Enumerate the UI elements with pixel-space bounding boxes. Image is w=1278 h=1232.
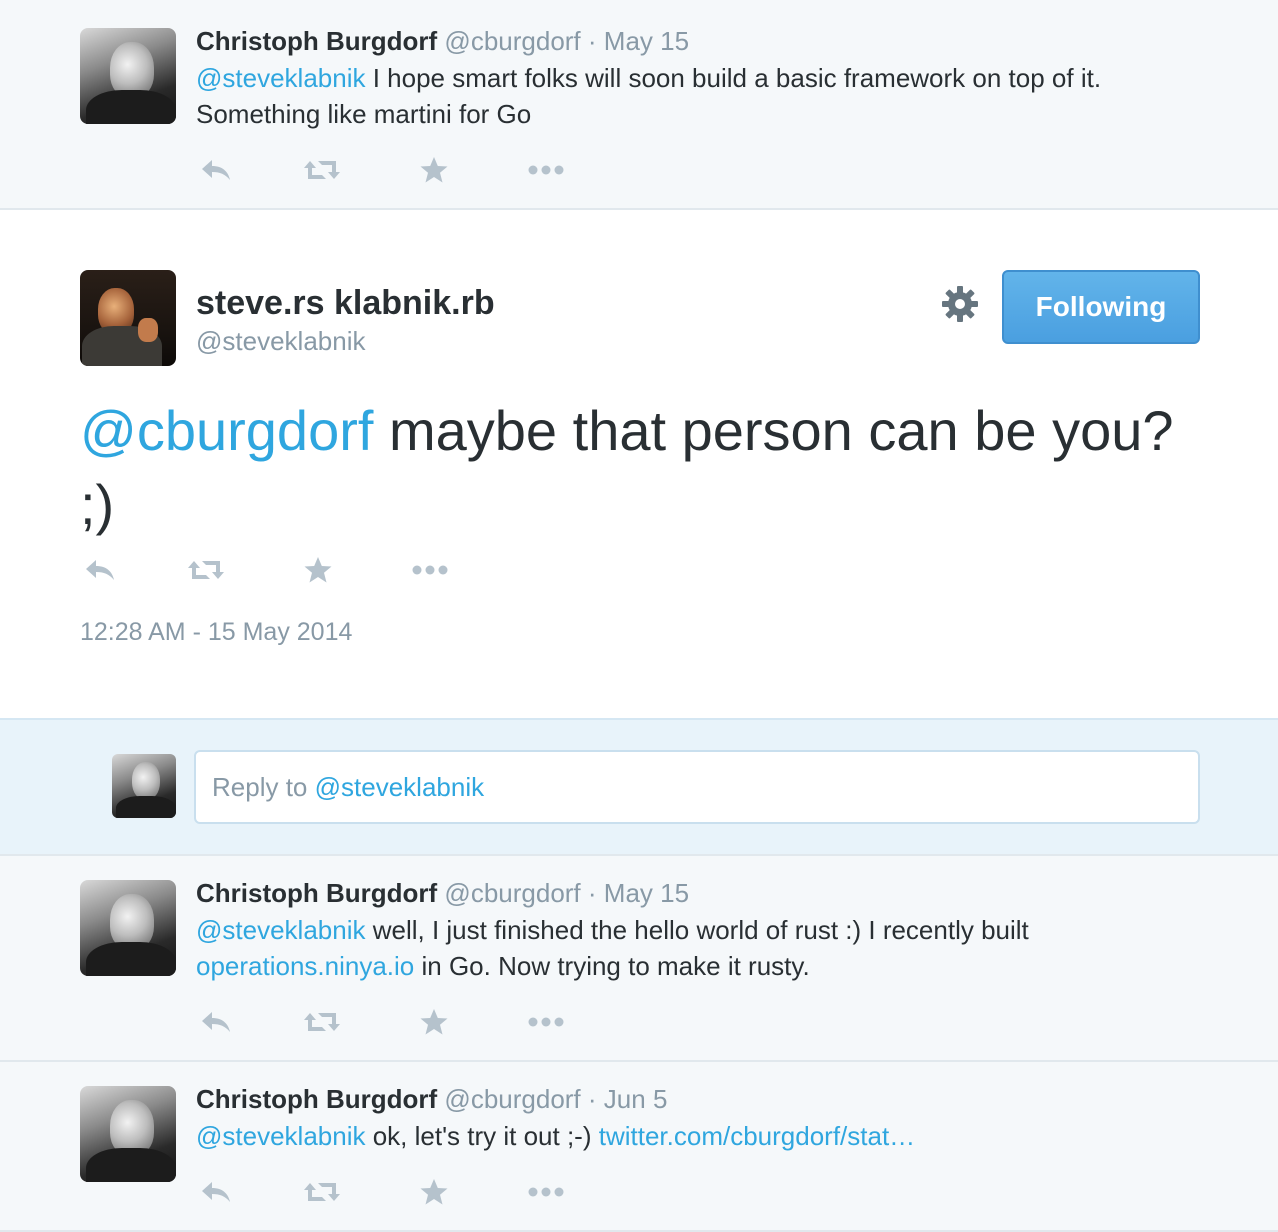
reply-placeholder: Reply to (212, 771, 308, 802)
tweet-text: @steveklabnik well, I just finished the … (196, 912, 1206, 984)
favorite-icon[interactable] (414, 1004, 454, 1040)
tweet-timestamp[interactable]: 12:28 AM - 15 May 2014 (80, 618, 352, 647)
avatar[interactable] (80, 28, 176, 124)
tweet-text: @steveklabnik I hope smart folks will so… (196, 60, 1206, 132)
main-fullname[interactable]: steve.rs klabnik.rb (196, 284, 495, 323)
reply-icon[interactable] (196, 1004, 236, 1040)
tweet-body: ok, let's try it out ;-) (365, 1121, 599, 1151)
favorite-icon[interactable] (414, 152, 454, 188)
reply-icon[interactable] (80, 552, 120, 588)
separator: · (587, 26, 597, 56)
tweet-header: Christoph Burgdorf @cburgdorf · Jun 5 (196, 1082, 667, 1116)
reply-tweet[interactable]: Christoph Burgdorf @cburgdorf · May 15 @… (0, 856, 1278, 1062)
avatar[interactable] (80, 1086, 176, 1182)
more-icon[interactable] (410, 552, 450, 588)
reply-icon[interactable] (196, 152, 236, 188)
mention-link[interactable]: @steveklabnik (196, 63, 365, 93)
url-link[interactable]: twitter.com/cburgdorf/stat… (599, 1121, 915, 1151)
main-handle[interactable]: @steveklabnik (196, 326, 365, 357)
gear-icon[interactable] (938, 282, 982, 326)
handle[interactable]: @cburgdorf (444, 26, 580, 56)
avatar[interactable] (80, 270, 176, 366)
retweet-icon[interactable] (302, 152, 342, 188)
tweet-header: Christoph Burgdorf @cburgdorf · May 15 (196, 876, 689, 910)
fullname[interactable]: Christoph Burgdorf (196, 878, 437, 908)
reply-tweet[interactable]: Christoph Burgdorf @cburgdorf · May 15 @… (0, 0, 1278, 210)
main-tweet-actions (80, 552, 480, 588)
reply-tweet[interactable]: Christoph Burgdorf @cburgdorf · Jun 5 @s… (0, 1062, 1278, 1232)
handle[interactable]: @cburgdorf (444, 878, 580, 908)
retweet-icon[interactable] (302, 1004, 342, 1040)
mention-link[interactable]: @steveklabnik (196, 915, 365, 945)
fullname[interactable]: Christoph Burgdorf (196, 26, 437, 56)
tweet-body: well, I just finished the hello world of… (365, 915, 1029, 945)
fullname[interactable]: Christoph Burgdorf (196, 1084, 437, 1114)
tweet-actions (196, 152, 596, 188)
avatar (112, 754, 176, 818)
main-tweet-text: @cburgdorf maybe that person can be you?… (80, 394, 1200, 542)
tweet-actions (196, 1004, 596, 1040)
favorite-icon[interactable] (298, 552, 338, 588)
retweet-icon[interactable] (186, 552, 226, 588)
following-button[interactable]: Following (1002, 270, 1200, 344)
tweet-time[interactable]: Jun 5 (604, 1084, 668, 1114)
tweet-time[interactable]: May 15 (604, 878, 689, 908)
tweet-time[interactable]: May 15 (604, 26, 689, 56)
tweet-body-end: in Go. Now trying to make it rusty. (414, 951, 810, 981)
more-icon[interactable] (526, 1174, 566, 1210)
favorite-icon[interactable] (414, 1174, 454, 1210)
reply-input[interactable]: Reply to @steveklabnik (194, 750, 1200, 824)
tweet-header: Christoph Burgdorf @cburgdorf · May 15 (196, 24, 689, 58)
tweet-actions (196, 1174, 596, 1210)
url-link[interactable]: operations.ninya.io (196, 951, 414, 981)
retweet-icon[interactable] (302, 1174, 342, 1210)
separator: · (587, 878, 597, 908)
avatar[interactable] (80, 880, 176, 976)
mention-link[interactable]: @steveklabnik (196, 1121, 365, 1151)
reply-mention: @steveklabnik (314, 771, 485, 802)
more-icon[interactable] (526, 152, 566, 188)
reply-icon[interactable] (196, 1174, 236, 1210)
separator: · (587, 1084, 597, 1114)
more-icon[interactable] (526, 1004, 566, 1040)
handle[interactable]: @cburgdorf (444, 1084, 580, 1114)
mention-link[interactable]: @cburgdorf (80, 399, 373, 462)
tweet-text: @steveklabnik ok, let's try it out ;-) t… (196, 1118, 1206, 1154)
